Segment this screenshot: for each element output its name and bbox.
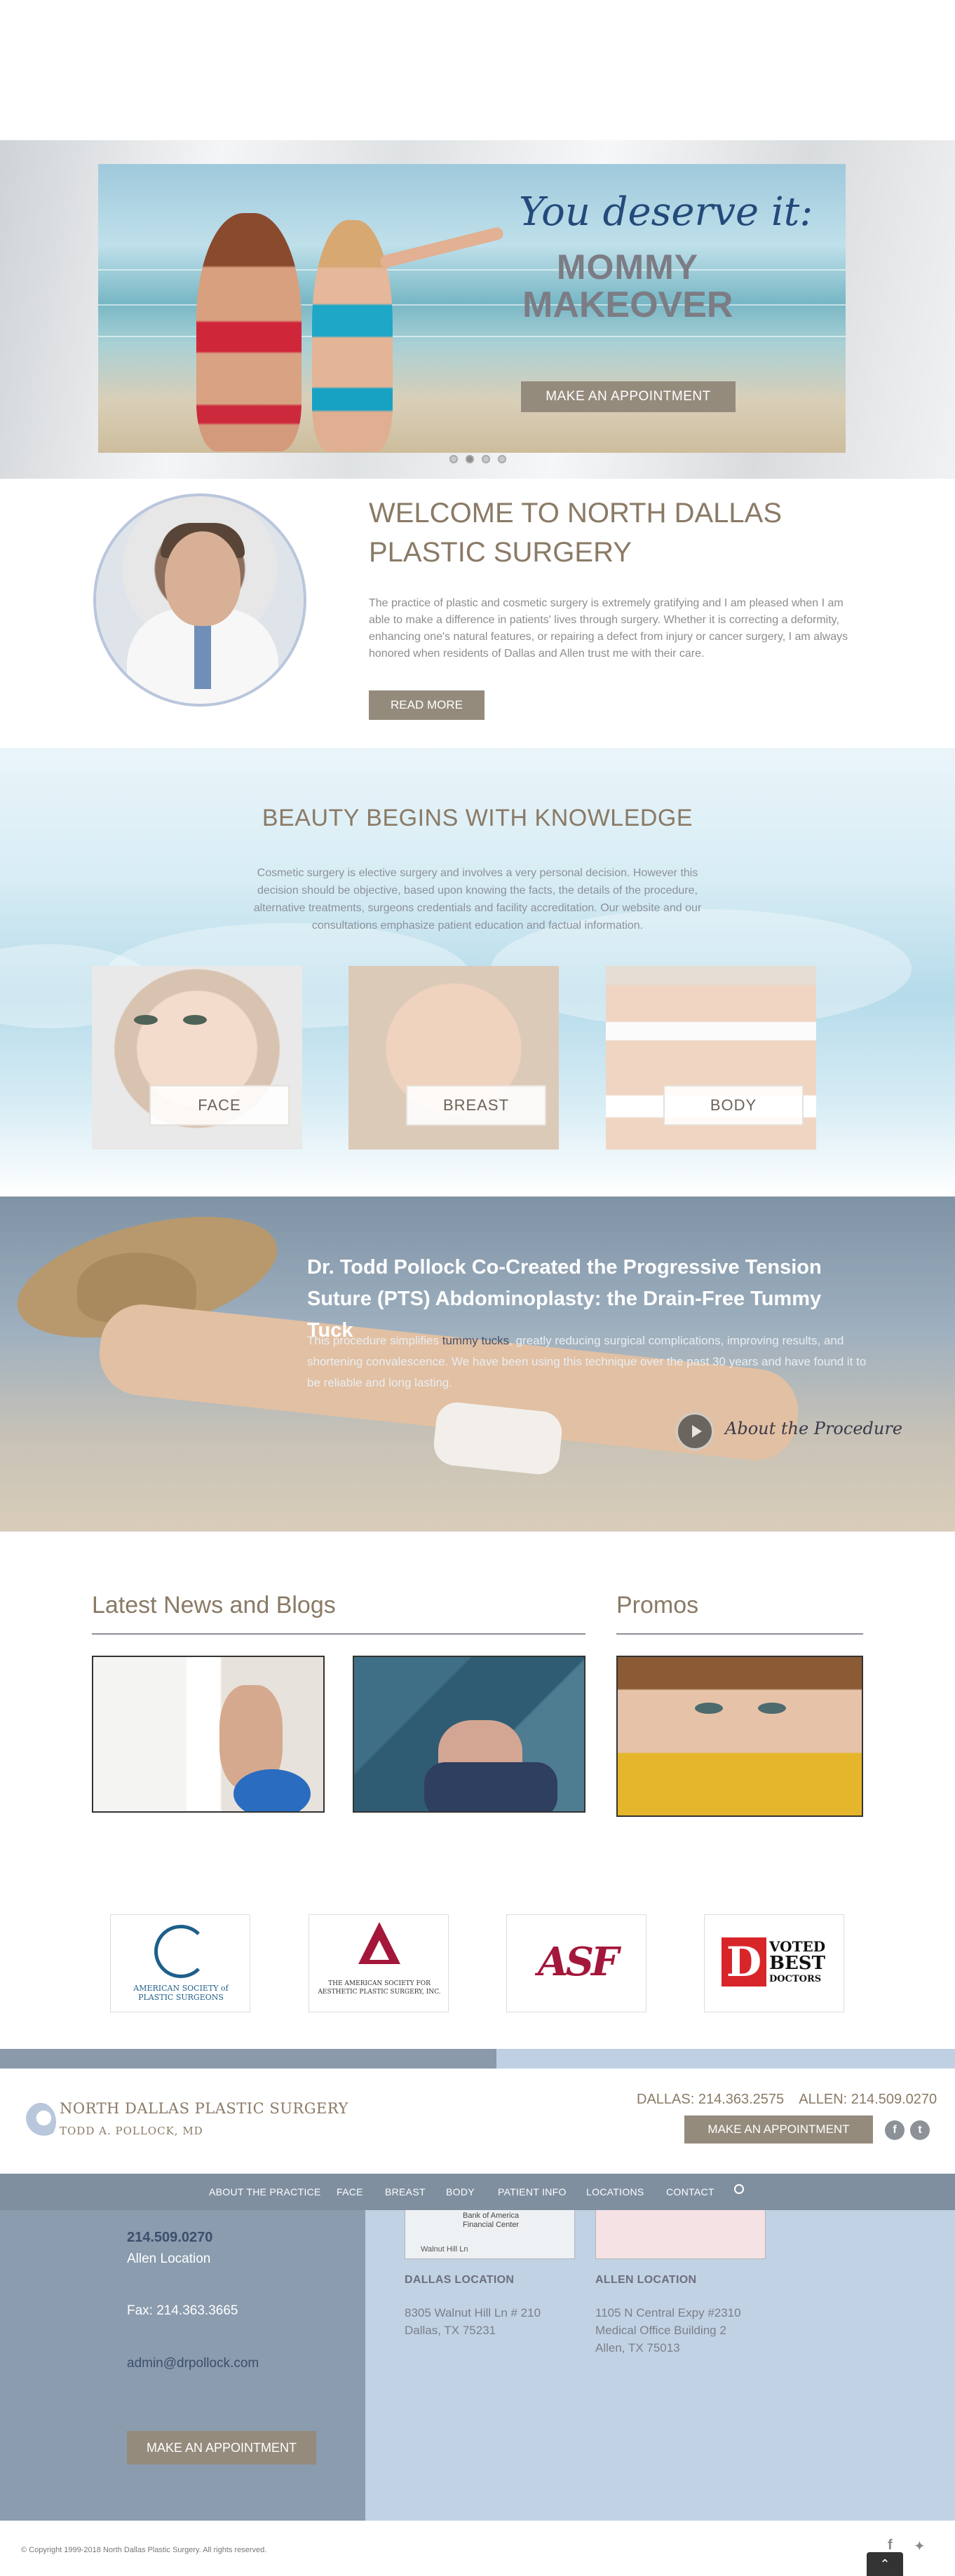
fax-number: Fax: 214.363.3665 — [127, 2303, 238, 2318]
knowledge-text: Cosmetic surgery is elective surgery and… — [253, 867, 702, 932]
dallas-location-heading: DALLAS LOCATION — [405, 2274, 515, 2286]
welcome-title: WELCOME TO NORTH DALLAS PLASTIC SURGERY — [369, 498, 783, 568]
read-more-button[interactable]: READ MORE — [369, 690, 485, 720]
back-to-top-icon[interactable]: ⌃ — [867, 2552, 903, 2576]
allen-map[interactable] — [595, 2210, 766, 2259]
footer-color-band — [0, 2049, 955, 2069]
promo-thumb[interactable] — [616, 1656, 863, 1817]
nav-breast[interactable]: BREAST — [385, 2186, 426, 2197]
nav-face[interactable]: FACE — [337, 2186, 363, 2197]
map-bank-label: Bank of America Financial Center — [463, 2212, 520, 2229]
main-nav — [0, 2174, 955, 2210]
nav-patient-info[interactable]: PATIENT INFO — [498, 2186, 567, 2197]
category-label-body: BODY — [663, 1085, 804, 1126]
category-card-breast[interactable]: BREAST — [348, 966, 559, 1150]
asaps-logo[interactable]: THE AMERICAN SOCIETY FOR AESTHETIC PLAST… — [309, 1914, 449, 2012]
phone-numbers: DALLAS: 214.363.2575 ALLEN: 214.509.0270 — [637, 2092, 937, 2107]
promos-title: Promos — [616, 1592, 699, 1618]
welcome-text: The practice of plastic and cosmetic sur… — [369, 597, 848, 660]
allen-address: 1105 N Central Expy #2310 Medical Office… — [595, 2306, 741, 2354]
brand-logo-icon — [25, 2103, 56, 2141]
news-title: Latest News and Blogs — [92, 1592, 336, 1618]
slider-dot-2[interactable] — [466, 455, 474, 463]
hero-title-line2: MAKEOVER — [522, 285, 733, 325]
news-divider — [92, 1633, 585, 1635]
twitter-icon-bottom[interactable]: ✦ — [914, 2537, 926, 2555]
brand-subtitle: TODD A. POLLOCK, MD — [60, 2125, 203, 2137]
facebook-icon-bottom[interactable]: f — [888, 2537, 893, 2554]
best-doctors-logo[interactable]: D VOTED BEST DOCTORS — [704, 1914, 844, 2012]
hero-appointment-button[interactable]: MAKE AN APPOINTMENT — [521, 381, 736, 412]
asps-logo[interactable]: AMERICAN SOCIETY of PLASTIC SURGEONS — [110, 1914, 250, 2012]
news-thumb-smoking[interactable] — [353, 1656, 585, 1813]
category-label-breast: BREAST — [406, 1085, 546, 1126]
about-procedure-link[interactable]: About the Procedure — [725, 1419, 902, 1438]
doctor-portrait — [93, 493, 306, 707]
knowledge-title: BEAUTY BEGINS WITH KNOWLEDGE — [262, 805, 693, 831]
hero-title-line1: MOMMY — [556, 247, 699, 287]
promos-divider — [616, 1633, 863, 1635]
allen-location-label: Allen Location — [127, 2251, 211, 2266]
email-link[interactable]: admin@drpollock.com — [127, 2356, 259, 2371]
news-thumb-pregnancy[interactable] — [92, 1656, 325, 1813]
hero-script-heading: You deserve it: — [519, 189, 813, 235]
slider-dot-4[interactable] — [498, 455, 506, 463]
hero-slider[interactable]: You deserve it: MOMMY MAKEOVER MAKE AN A… — [0, 140, 955, 479]
nav-about-practice[interactable]: ABOUT THE PRACTICE — [209, 2186, 321, 2197]
nav-locations[interactable]: LOCATIONS — [586, 2186, 644, 2197]
pts-text: This procedure simplifies tummy tucks, g… — [307, 1334, 867, 1389]
slider-dot-1[interactable] — [449, 455, 458, 463]
twitter-icon[interactable]: t — [910, 2120, 930, 2140]
play-icon[interactable] — [676, 1412, 714, 1450]
copyright-text: © Copyright 1999-2018 North Dallas Plast… — [21, 2546, 267, 2554]
asf-logo[interactable]: ASF — [506, 1914, 646, 2012]
search-icon[interactable] — [734, 2184, 744, 2194]
footer-appointment-button[interactable]: MAKE AN APPOINTMENT — [127, 2431, 316, 2465]
nav-contact[interactable]: CONTACT — [666, 2186, 714, 2197]
category-label-face: FACE — [149, 1085, 290, 1126]
brand-name: NORTH DALLAS PLASTIC SURGERY — [60, 2100, 348, 2117]
dallas-address: 8305 Walnut Hill Ln # 210 Dallas, TX 752… — [405, 2306, 541, 2337]
slider-dot-3[interactable] — [482, 455, 490, 463]
map-street-label: Walnut Hill Ln — [421, 2245, 468, 2254]
category-card-body[interactable]: BODY — [606, 966, 816, 1150]
category-card-face[interactable]: FACE — [92, 966, 302, 1150]
facebook-icon[interactable]: f — [885, 2120, 905, 2140]
header-appointment-button[interactable]: MAKE AN APPOINTMENT — [684, 2115, 873, 2144]
allen-location-heading: ALLEN LOCATION — [595, 2274, 697, 2286]
allen-phone[interactable]: 214.509.0270 — [127, 2230, 212, 2246]
tummy-tucks-link[interactable]: tummy tucks — [442, 1334, 509, 1347]
nav-body[interactable]: BODY — [446, 2186, 475, 2197]
